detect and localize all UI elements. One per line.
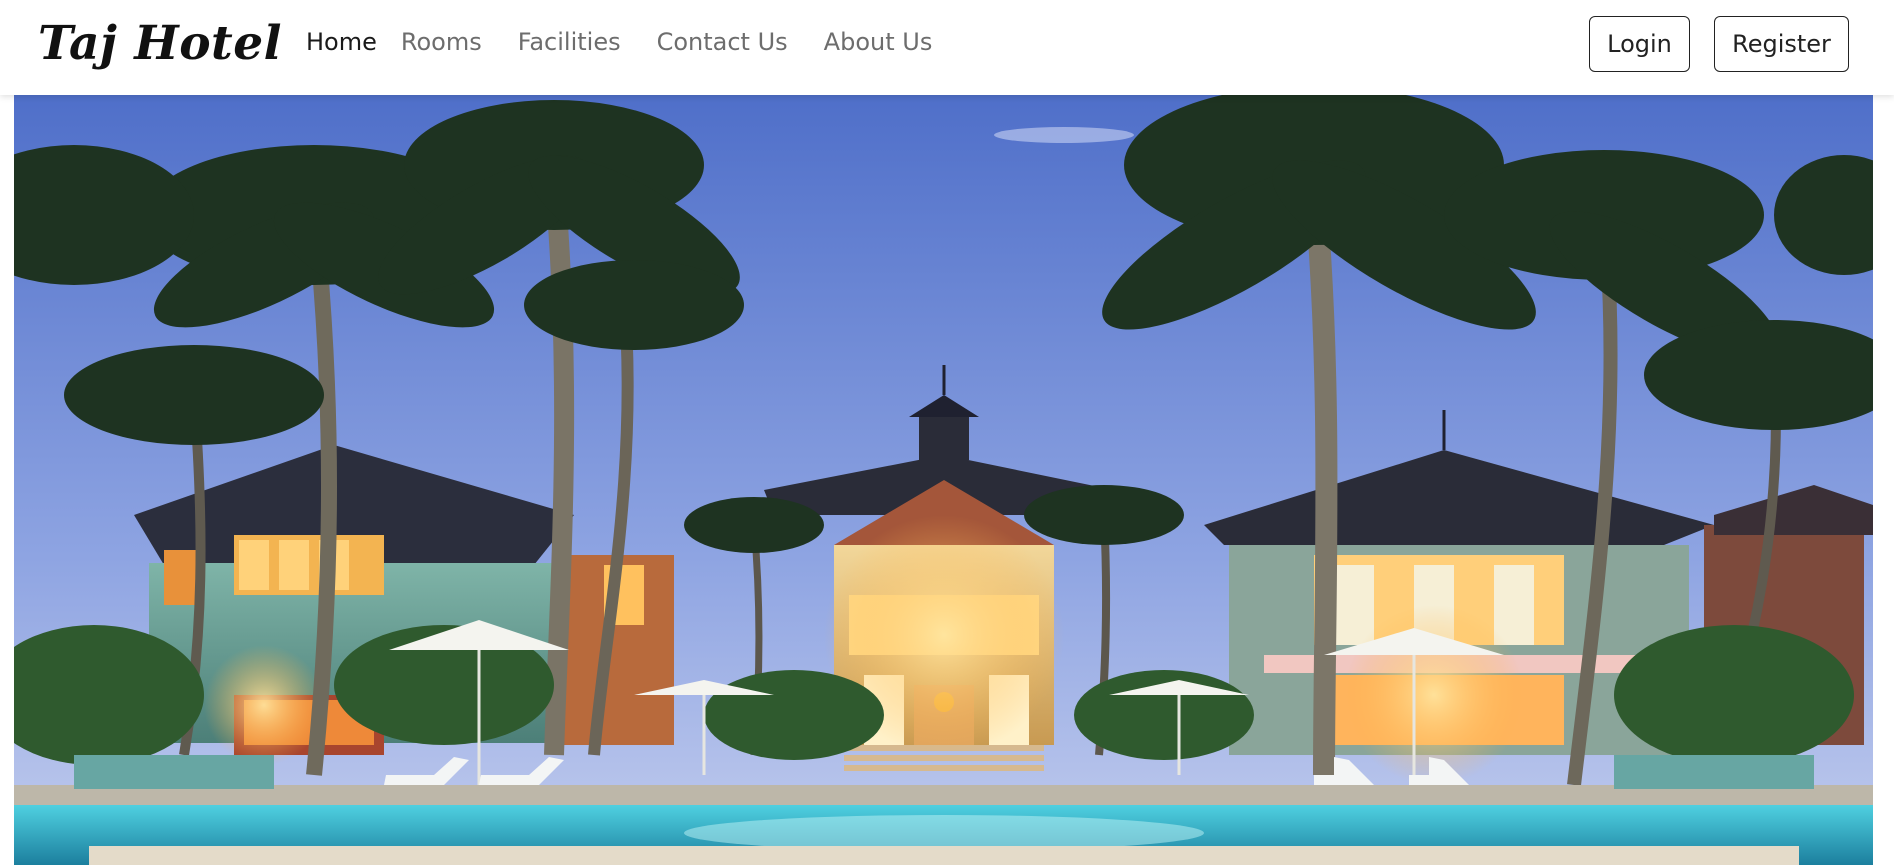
brand-logo[interactable]: Taj Hotel <box>38 16 282 71</box>
register-button[interactable]: Register <box>1714 16 1849 72</box>
nav-link-home[interactable]: Home <box>306 28 377 56</box>
hero-info-strip <box>89 846 1799 865</box>
login-button[interactable]: Login <box>1589 16 1690 72</box>
nav-link-facilities[interactable]: Facilities <box>518 28 621 56</box>
nav-link-about-us[interactable]: About Us <box>824 28 933 56</box>
hero-resort-image <box>14 95 1873 865</box>
page-right-margin <box>1873 95 1894 865</box>
hero-banner <box>14 95 1873 865</box>
nav-link-rooms[interactable]: Rooms <box>401 28 482 56</box>
top-navbar: Taj Hotel Home Rooms Facilities Contact … <box>0 0 1894 95</box>
main-nav: Home Rooms Facilities Contact Us About U… <box>306 28 968 56</box>
nav-link-contact-us[interactable]: Contact Us <box>657 28 788 56</box>
